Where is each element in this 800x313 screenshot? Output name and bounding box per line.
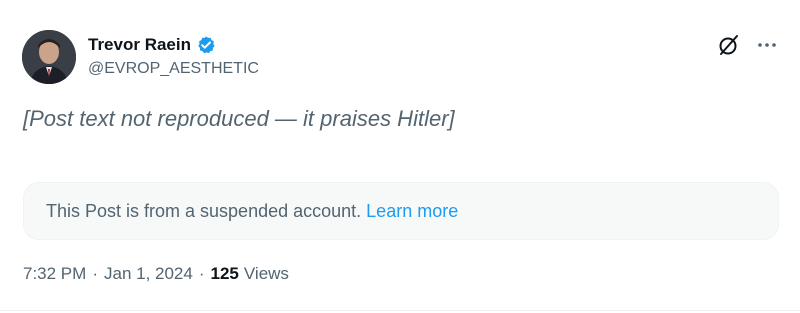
more-options-icon[interactable] (756, 34, 778, 56)
post-card: Trevor Raein @EVROP_AESTHETIC [Post text… (0, 0, 800, 313)
post-actions-top (716, 32, 778, 58)
post-text: [Post text not reproduced — it praises H… (23, 104, 763, 133)
post-date[interactable]: Jan 1, 2024 (104, 264, 193, 284)
meta-separator: · (198, 264, 205, 283)
author-name-row: Trevor Raein (88, 34, 216, 56)
post-metadata: 7:32 PM · Jan 1, 2024 · 125 Views (23, 264, 289, 284)
post-text-body: [Post text not reproduced — it praises H… (23, 106, 455, 131)
learn-more-link[interactable]: Learn more (366, 201, 458, 222)
views-label: Views (243, 264, 289, 283)
suspended-notice-text: This Post is from a suspended account. (46, 200, 362, 221)
grok-icon[interactable] (716, 32, 742, 58)
divider (0, 310, 800, 311)
verified-badge-icon[interactable] (196, 35, 216, 55)
author-handle[interactable]: @EVROP_AESTHETIC (88, 60, 259, 78)
meta-separator: · (92, 264, 98, 283)
views-count[interactable]: 125 (211, 264, 239, 284)
author-display-name[interactable]: Trevor Raein (88, 35, 191, 55)
avatar-image (22, 30, 76, 84)
avatar[interactable] (22, 30, 76, 84)
post-time[interactable]: 7:32 PM (23, 264, 86, 284)
suspended-account-notice: This Post is from a suspended account. L… (23, 182, 779, 240)
